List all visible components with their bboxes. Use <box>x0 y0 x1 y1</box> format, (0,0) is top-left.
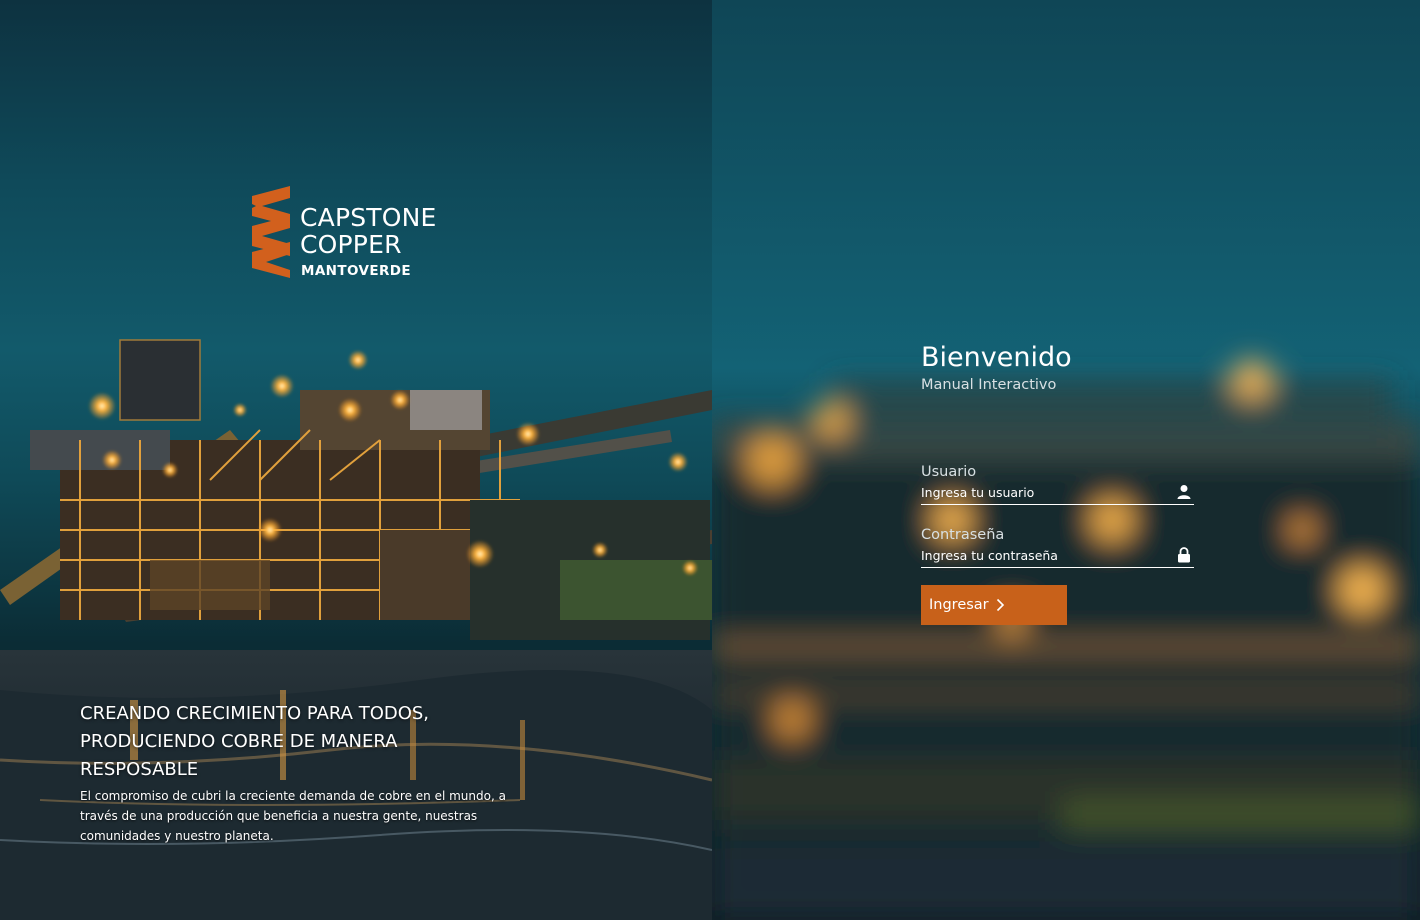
login-title: Bienvenido <box>921 342 1072 373</box>
login-subtitle: Manual Interactivo <box>921 377 1057 393</box>
password-field-group: Contraseña <box>921 526 1195 568</box>
password-label: Contraseña <box>921 527 1005 543</box>
user-icon <box>1177 484 1191 500</box>
username-field-group: Usuario <box>921 463 1195 505</box>
password-input[interactable] <box>921 544 1194 568</box>
capstone-logo-mark-icon <box>252 186 290 278</box>
username-input[interactable] <box>921 481 1194 505</box>
brand-site-name: MANTOVERDE <box>301 263 411 279</box>
tagline-title: CREANDO CRECIMIENTO PARA TODOS, PRODUCIE… <box>80 703 430 780</box>
company-logo: CAPSTONE COPPER MANTOVERDE <box>252 186 472 282</box>
brand-name-line2: COPPER <box>300 230 402 259</box>
brand-name-line1: CAPSTONE <box>300 203 437 232</box>
username-label: Usuario <box>921 464 977 480</box>
login-submit-button[interactable]: Ingresar <box>921 585 1067 625</box>
chevron-right-icon <box>996 598 1004 612</box>
tagline-text: El compromiso de cubri la creciente dema… <box>80 789 506 843</box>
tagline-block: CREANDO CRECIMIENTO PARA TODOS, PRODUCIE… <box>80 700 506 846</box>
login-submit-label: Ingresar <box>929 597 989 613</box>
lock-icon <box>1177 547 1191 563</box>
login-form: Bienvenido Manual Interactivo Usuario Co… <box>921 340 1195 625</box>
